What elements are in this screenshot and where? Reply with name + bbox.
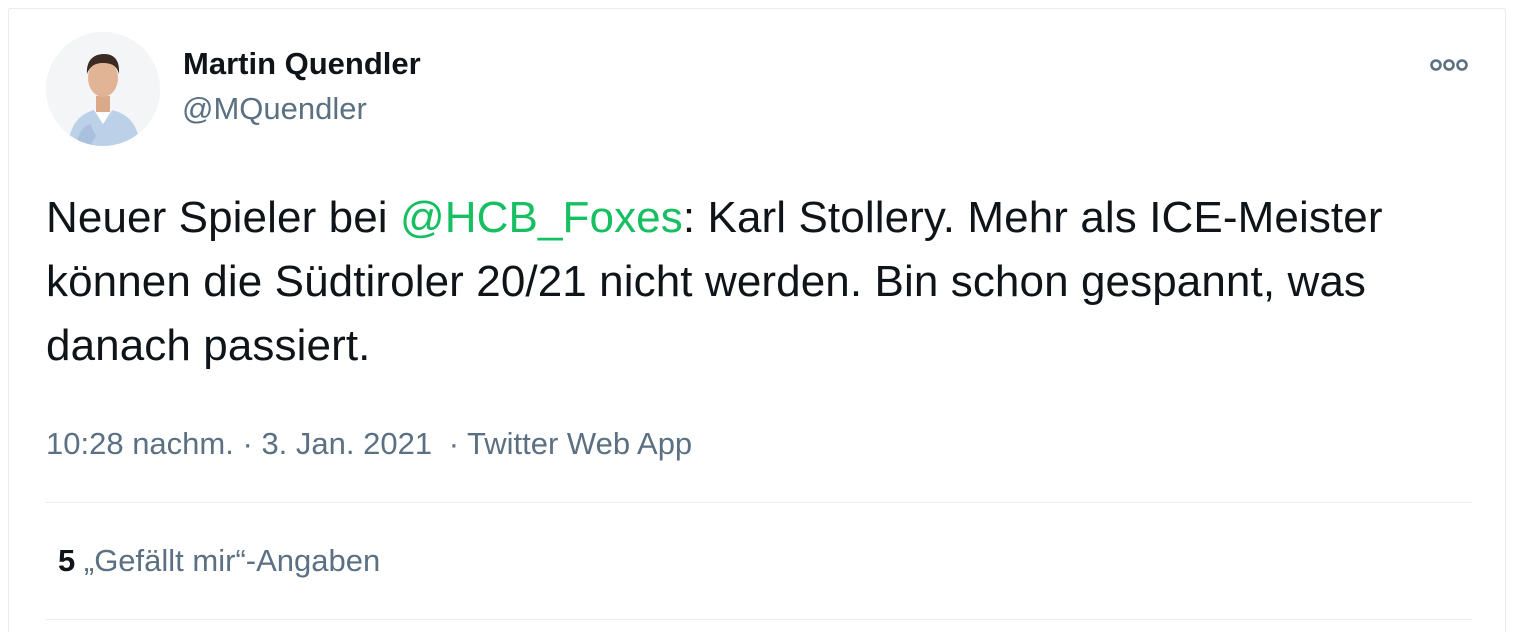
profile-photo-icon	[46, 32, 160, 146]
tweet-text-part: Neuer Spieler bei	[46, 193, 400, 242]
tweet-meta: 10:28 nachm. · 3. Jan. 2021 · Twitter Web…	[46, 424, 692, 464]
meta-separator: ·	[448, 426, 460, 461]
likes-count: 5	[58, 543, 76, 578]
divider	[46, 619, 1472, 620]
likes-link[interactable]: 5 „Gefällt mir“-Angaben	[58, 541, 380, 581]
tweet-source[interactable]: Twitter Web App	[467, 426, 692, 461]
author-avatar[interactable]	[46, 32, 160, 146]
tweet-text: Neuer Spieler bei @HCB_Foxes: Karl Stoll…	[46, 186, 1486, 378]
divider	[46, 502, 1472, 503]
tweet-date[interactable]: 3. Jan. 2021	[261, 426, 432, 461]
likes-label: „Gefällt mir“-Angaben	[83, 543, 381, 578]
mention-link[interactable]: @HCB_Foxes	[400, 193, 683, 242]
author-display-name[interactable]: Martin Quendler	[183, 44, 421, 84]
meta-separator: ·	[242, 426, 253, 461]
more-options-icon[interactable]	[1428, 54, 1470, 76]
author-handle[interactable]: @MQuendler	[182, 89, 367, 129]
tweet-time[interactable]: 10:28 nachm.	[46, 426, 234, 461]
